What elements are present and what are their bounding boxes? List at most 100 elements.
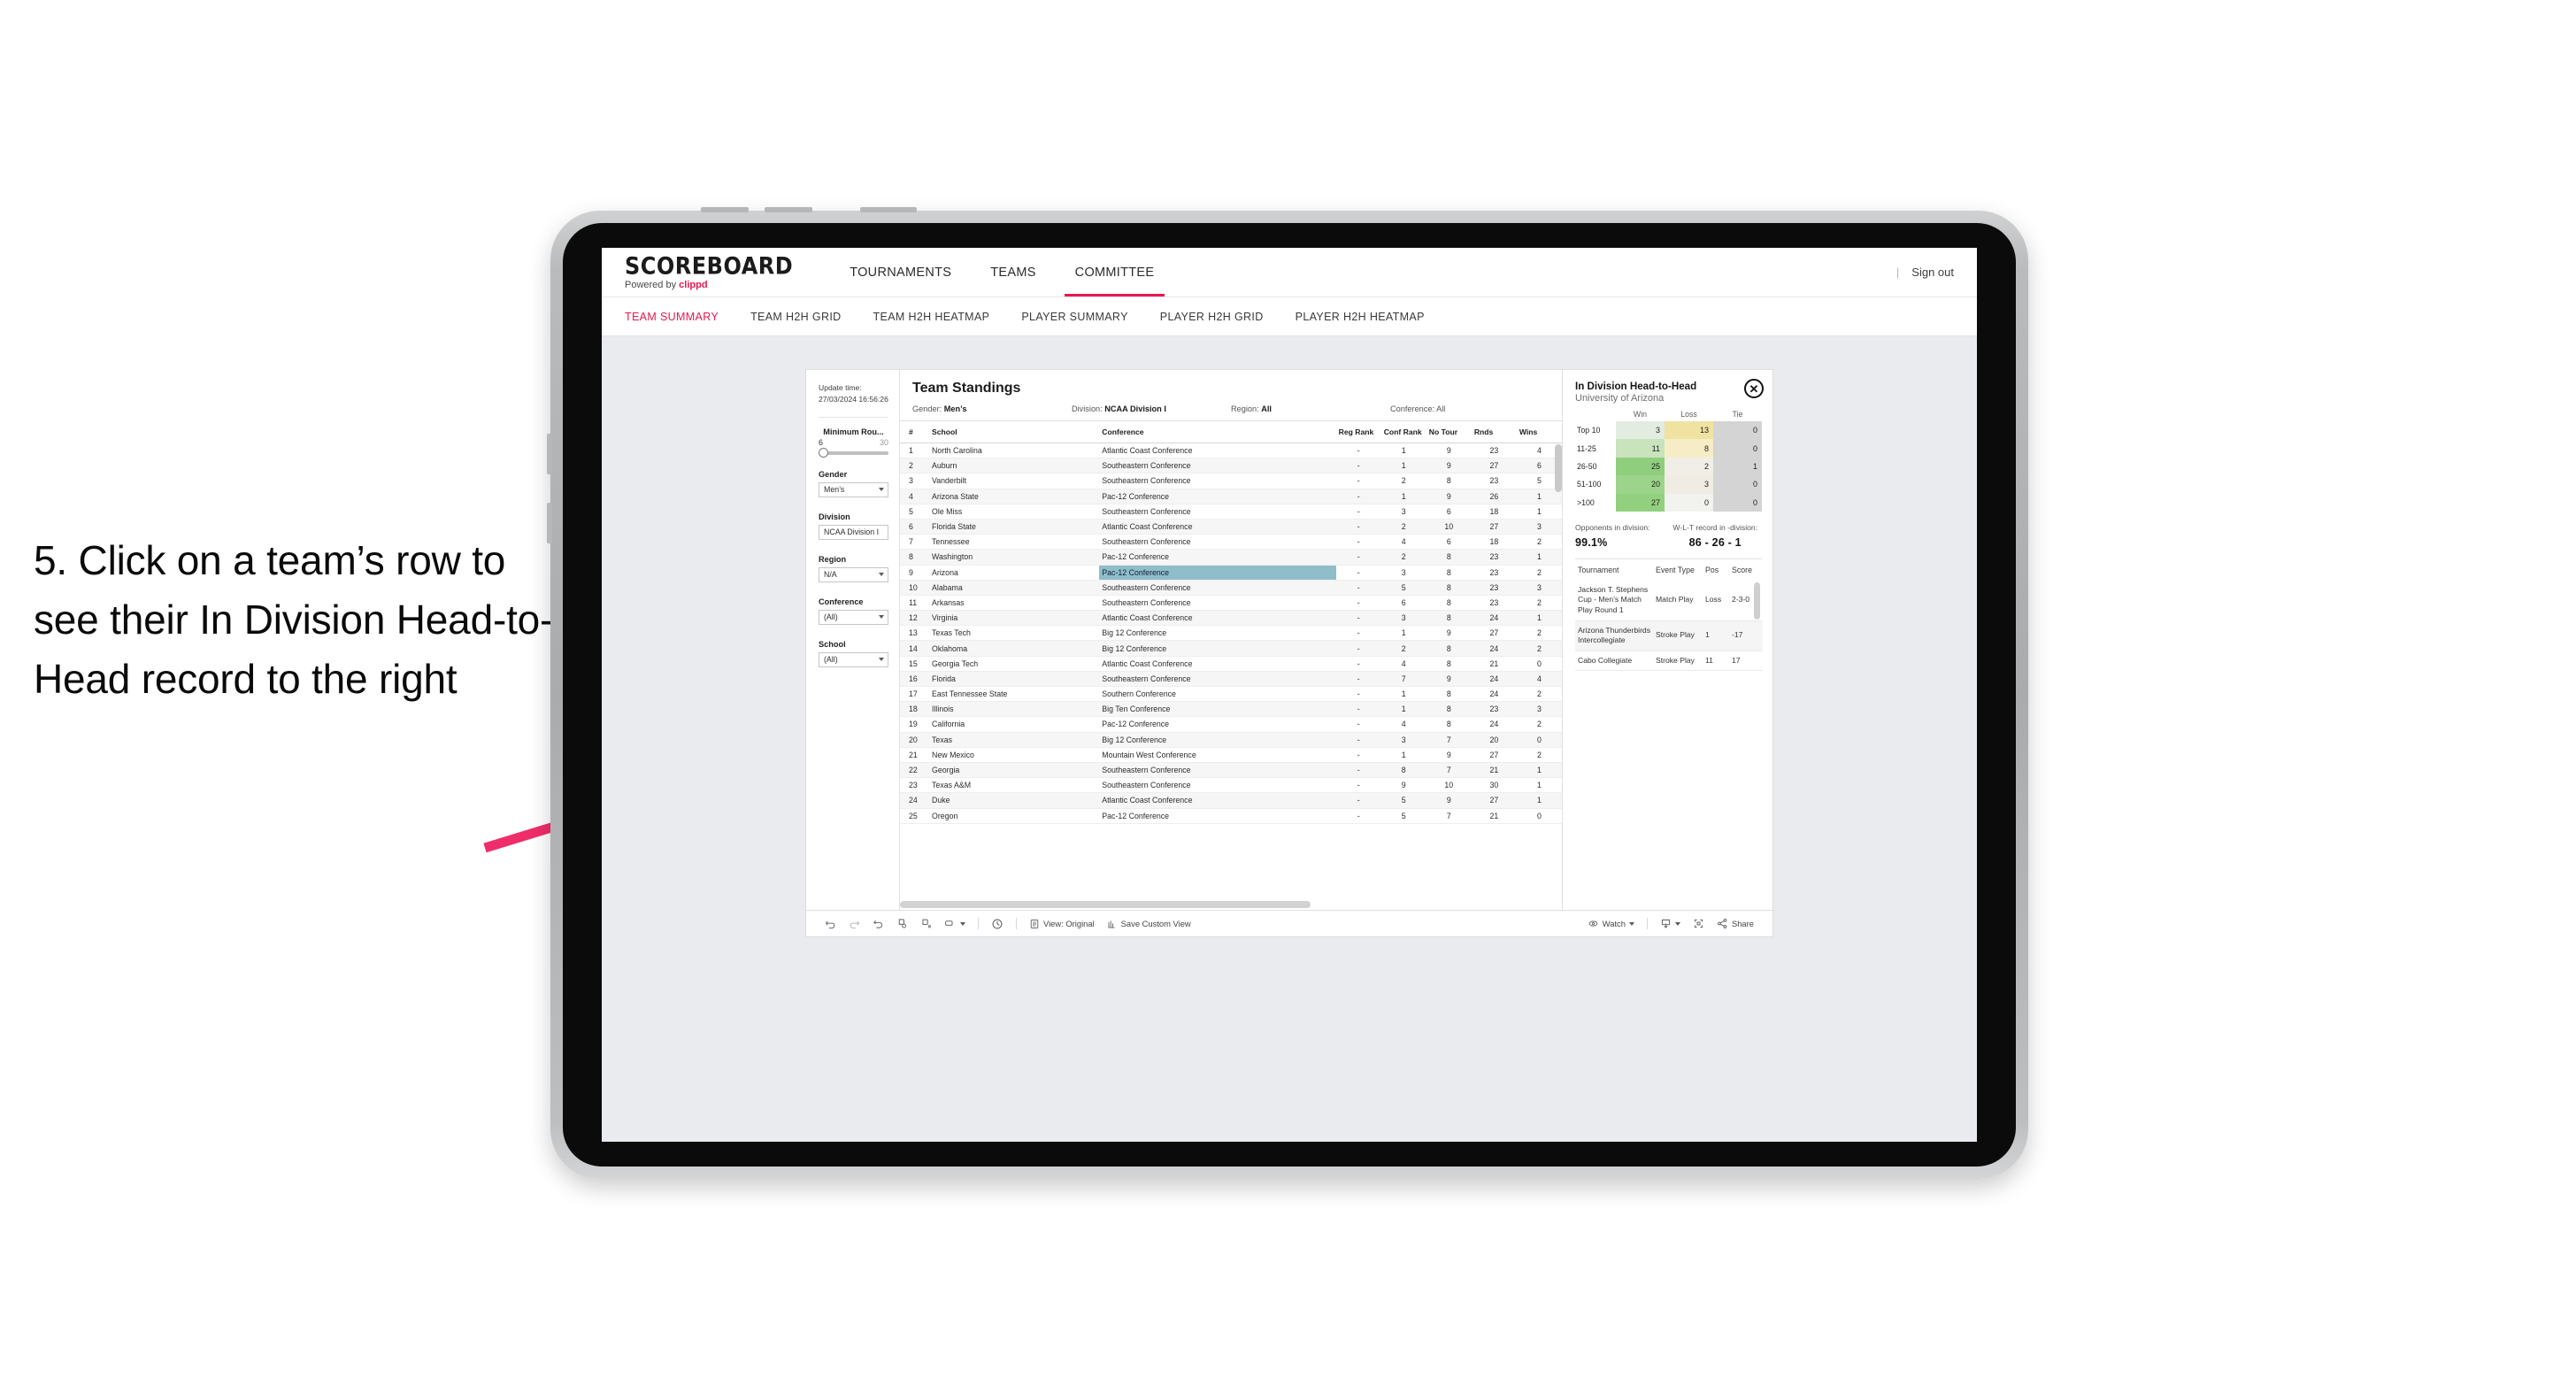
table-row[interactable]: 19 California Pac-12 Conference -4 8 24 2 [900,716,1562,733]
division-select[interactable]: NCAA Division I [819,524,888,540]
table-row[interactable]: 12 Virginia Atlantic Coast Conference -3 8 24… [900,610,1562,627]
cell-conf-rank: 4 [1380,656,1426,672]
download-button[interactable] [1654,918,1687,929]
share-button[interactable]: Share [1711,918,1760,929]
cell-wins: 2 [1516,716,1562,733]
cell-event-type: Stroke Play [1653,620,1703,651]
table-row[interactable]: 15 Georgia Tech Atlantic Coast Conference -… [900,656,1562,672]
stat-opponents-in-division: Opponents in division: 99.1% [1575,523,1669,549]
logo-powered-text: Powered by [625,280,680,290]
watch-button[interactable]: Watch [1581,918,1641,929]
subnav-team-h2h-heatmap[interactable]: TEAM H2H HEATMAP [857,311,1006,323]
table-row[interactable]: 18 Illinois Big Ten Conference -1 8 23 3 [900,701,1562,718]
cell-rnds: 24 [1471,686,1517,703]
col-conf-rank[interactable]: Conf Rank [1380,421,1426,443]
table-row[interactable]: 23 Texas A&M Southeastern Conference -9 10 30… [900,777,1562,794]
table-row[interactable]: 16 Florida Southeastern Conference -7 9 24 4 [900,671,1562,688]
cell-reg-rank: - [1335,580,1381,596]
region-select[interactable]: N/A [819,566,888,582]
table-row[interactable]: 9 Arizona Pac-12 Conference -3 8 23 2 [900,565,1562,581]
cell-no-tour: 8 [1426,565,1472,581]
cell-rank: 25 [900,808,930,824]
minimum-rounds-range: 6 30 [819,438,888,447]
table-row[interactable]: 5 Ole Miss Southeastern Conference -3 6 18 1 [900,504,1562,520]
cell-no-tour: 8 [1426,610,1472,627]
cell-conf-rank: 8 [1380,762,1426,779]
cell-reg-rank: - [1335,777,1381,794]
table-row[interactable]: 7 Tennessee Southeastern Conference -4 6 18 2 [900,534,1562,551]
app-logo[interactable]: SCOREBOARD Powered by clippd [625,254,793,290]
subnav-player-h2h-heatmap[interactable]: PLAYER H2H HEATMAP [1280,311,1441,323]
tournament-row[interactable]: Jackson T. Stephens Cup - Men’s Match Pl… [1575,580,1763,621]
chevron-down-icon [879,615,884,620]
table-row[interactable]: 13 Texas Tech Big 12 Conference -1 9 27 2 [900,625,1562,642]
subnav-team-h2h-grid[interactable]: TEAM H2H GRID [734,311,857,323]
h2h-cell-loss: 8 [1665,439,1713,458]
minimum-rounds-handle[interactable] [819,447,828,458]
table-row[interactable]: 17 East Tennessee State Southern Conferenc… [900,686,1562,703]
table-row[interactable]: 4 Arizona State Pac-12 Conference -1 9 26 1 [900,489,1562,504]
cell-conference: Pac-12 Conference [1099,808,1336,824]
redo-button[interactable] [842,918,866,929]
table-row[interactable]: 21 New Mexico Mountain West Conference -1 9 2… [900,747,1562,763]
cell-conf-rank: 1 [1380,625,1426,642]
table-row[interactable]: 3 Vanderbilt Southeastern Conference -2 8 23 5 [900,473,1562,489]
table-row[interactable]: 1 North Carolina Atlantic Coast Conference… [900,443,1562,459]
tablet-side-button-a [547,434,552,474]
minimum-rounds-slider[interactable] [819,447,888,458]
gender-select[interactable]: Men’s [819,481,888,497]
view-original-button[interactable]: View: Original [1023,919,1101,929]
table-row[interactable]: 22 Georgia Southeastern Conference -8 7 21 1 [900,762,1562,779]
revert-button[interactable] [866,918,890,929]
signout-link[interactable]: Sign out [1911,266,1954,279]
nav-teams[interactable]: TEAMS [971,248,1055,296]
minimum-rounds-label: Minimum Rou... [823,427,884,436]
col-rnds[interactable]: Rnds [1471,421,1517,443]
table-row[interactable]: 6 Florida State Atlantic Coast Conference -… [900,519,1562,535]
col-conference[interactable]: Conference [1099,421,1336,443]
cell-rnds: 24 [1471,716,1517,733]
cell-wins: 2 [1516,565,1562,581]
table-row[interactable]: 11 Arkansas Southeastern Conference -6 8 23 2 [900,595,1562,612]
table-row[interactable]: 20 Texas Big 12 Conference -3 7 20 0 [900,732,1562,748]
standings-horizontal-scrollbar[interactable] [900,901,1311,908]
pause-button[interactable] [985,918,1010,930]
fullscreen-button[interactable] [1687,918,1711,929]
cell-school: Arizona [929,565,1100,581]
update-time-value: 27/03/2024 16:56:26 [819,394,888,404]
tournament-scrollbar[interactable] [1754,581,1760,620]
save-custom-view-button[interactable]: Save Custom View [1101,919,1197,929]
tournament-row[interactable]: Arizona Thunderbirds Intercollegiate Stro… [1575,620,1763,651]
table-row[interactable]: 8 Washington Pac-12 Conference -2 8 23 1 [900,549,1562,566]
table-row[interactable]: 25 Oregon Pac-12 Conference -5 7 21 0 [900,808,1562,824]
new-worksheet-button[interactable] [938,918,972,929]
nav-committee[interactable]: COMMITTEE [1056,248,1174,296]
tournament-row[interactable]: Cabo Collegiate Stroke Play 11 17 [1575,651,1763,672]
conference-select[interactable]: (All) [819,609,888,625]
undo-button[interactable] [819,918,842,929]
table-row[interactable]: 2 Auburn Southeastern Conference -1 9 27 6 [900,458,1562,474]
col-no-tour[interactable]: No Tour [1426,421,1472,443]
table-row[interactable]: 24 Duke Atlantic Coast Conference -5 9 27 1 [900,792,1562,809]
cell-rank: 20 [900,732,930,748]
refresh-data-button[interactable] [890,918,914,929]
pause-auto-update-button[interactable] [914,918,938,929]
cell-conference: Southeastern Conference [1099,777,1336,794]
close-icon[interactable]: ✕ [1744,379,1764,398]
subnav-player-h2h-grid[interactable]: PLAYER H2H GRID [1144,311,1280,323]
cell-wins: 1 [1516,777,1562,794]
table-row[interactable]: 10 Alabama Southeastern Conference -5 8 23 3 [900,580,1562,596]
col-reg-rank[interactable]: Reg Rank [1335,421,1381,443]
table-row[interactable]: 14 Oklahoma Big 12 Conference -2 8 24 2 [900,640,1562,657]
nav-tournaments[interactable]: TOURNAMENTS [830,248,971,296]
school-select[interactable]: (All) [819,651,888,667]
standings-vertical-scrollbar[interactable] [1555,444,1562,492]
cell-school: California [929,716,1100,733]
col-wins[interactable]: Wins [1516,421,1562,443]
subnav-player-summary[interactable]: PLAYER SUMMARY [1005,311,1143,323]
subnav-team-summary[interactable]: TEAM SUMMARY [625,311,734,323]
cell-rnds: 23 [1471,443,1517,459]
col-rank[interactable]: # [900,421,930,443]
cell-no-tour: 8 [1426,656,1472,672]
col-school[interactable]: School [929,421,1100,443]
